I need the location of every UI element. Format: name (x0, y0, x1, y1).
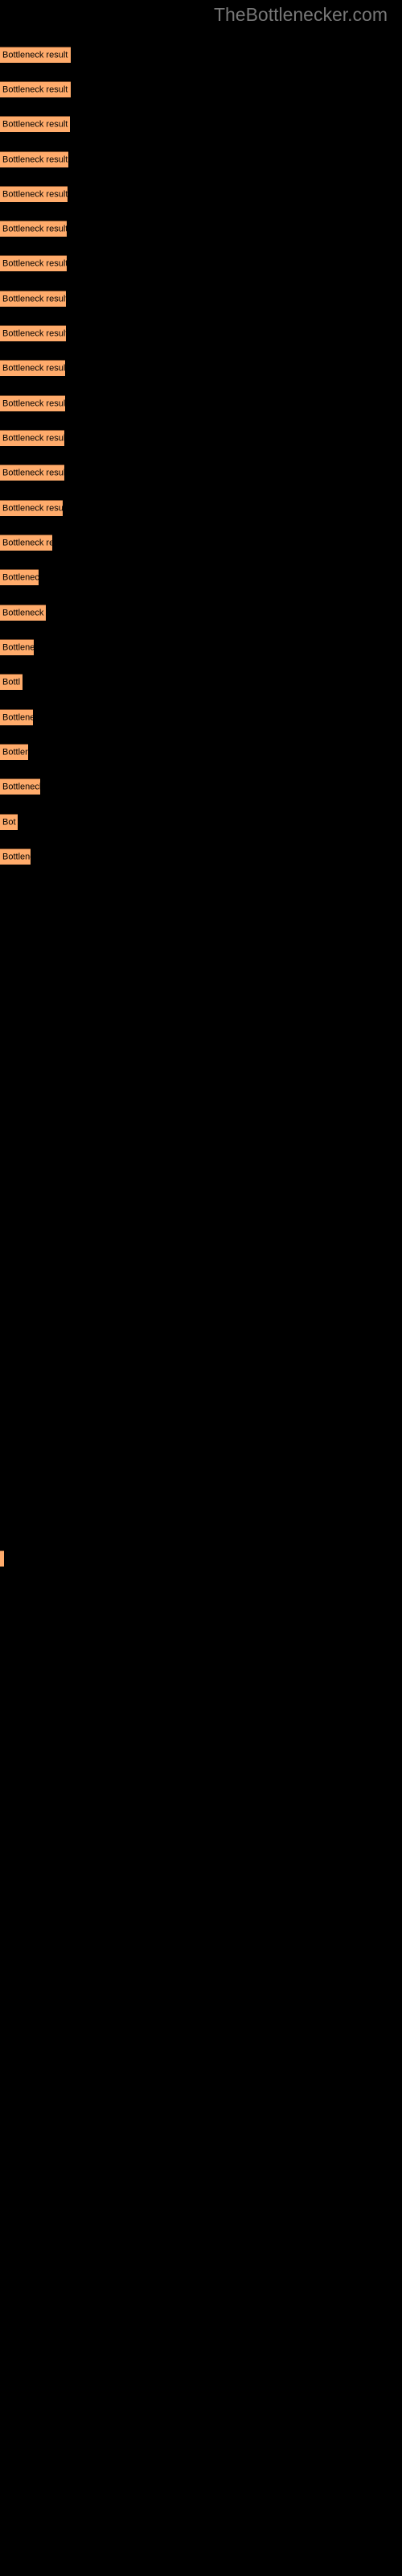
chart-bar-label: Bottler (2, 747, 28, 757)
chart-bar[interactable]: Bottleneck result (0, 395, 65, 411)
chart-bar[interactable]: Bottleneck result (0, 360, 65, 376)
chart-bar[interactable]: Bottleneck result (0, 81, 71, 97)
chart-bar[interactable]: Bottleneck res (0, 535, 52, 551)
chart-bar-label: Bottlenec (2, 572, 39, 582)
chart-bar-label: Bottleneck result (2, 503, 63, 513)
bar-chart-plot-area: Bottleneck result Bottleneck result Bottle… (0, 0, 402, 2576)
chart-bar[interactable] (0, 1550, 4, 1567)
chart-bar[interactable]: Bot (0, 814, 18, 830)
chart-bar-label: Bottleneck result (2, 433, 64, 443)
chart-bar[interactable]: Bottlene (0, 709, 33, 725)
chart-bar-label: Bottleneck result (2, 224, 67, 233)
chart-bar-label: Bottleneck result (2, 363, 65, 373)
chart-bar-label: Bottleneck result (2, 189, 68, 199)
chart-bar-label: Bottleneck (2, 782, 40, 791)
chart-bar[interactable]: Bottleneck result (0, 47, 71, 63)
chart-bar-label: Bottleneck result (2, 50, 68, 60)
chart-bar[interactable]: Bottleneck result (0, 116, 70, 132)
chart-bar-label: Bottleneck result (2, 328, 66, 338)
chart-bar[interactable]: Bottleneck re (0, 605, 46, 621)
chart-bar[interactable]: Bottleneck result (0, 151, 68, 167)
chart-bar[interactable]: Bottleneck result (0, 291, 66, 307)
chart-bar-label: Bottleneck res (2, 538, 52, 547)
chart-bar[interactable]: Bottleneck result (0, 325, 66, 341)
chart-bar-label: Bottleneck result (2, 294, 66, 303)
chart-bar[interactable]: Bottleneck result (0, 500, 63, 516)
chart-bar-label: Bottl (2, 677, 21, 687)
chart-bar-label: Bottleneck re (2, 608, 46, 617)
chart-bar[interactable]: Bottleneck (0, 778, 40, 795)
chart-bar-label: Bot (2, 817, 16, 827)
chart-bar-label: Bottleneck result (2, 398, 65, 408)
chart-bar-label: Bottleneck result (2, 119, 68, 129)
chart-bar[interactable]: Bottler (0, 744, 28, 760)
chart-bar-label: Bottlene (2, 712, 33, 722)
chart-bar[interactable]: Bottleneck result (0, 255, 67, 271)
chart-bar[interactable]: Bottleneck result (0, 430, 64, 446)
chart-bar[interactable]: Bottlene (0, 639, 34, 655)
chart-bar[interactable]: Bottlene (0, 848, 31, 865)
chart-bar-label: Bottlene (2, 852, 31, 861)
chart-bar[interactable]: Bottleneck result (0, 464, 64, 481)
chart-bar[interactable]: Bottl (0, 674, 23, 690)
chart-bar[interactable]: Bottleneck result (0, 186, 68, 202)
chart-bar[interactable]: Bottlenec (0, 569, 39, 585)
chart-bar-label: Bottlene (2, 642, 34, 652)
chart-bar-label: Bottleneck result (2, 155, 68, 164)
chart-bar-label: Bottleneck result (2, 85, 68, 94)
chart-bar-label: Bottleneck result (2, 468, 64, 477)
chart-bar-label: Bottleneck result (2, 258, 67, 268)
chart-bar[interactable]: Bottleneck result (0, 221, 67, 237)
